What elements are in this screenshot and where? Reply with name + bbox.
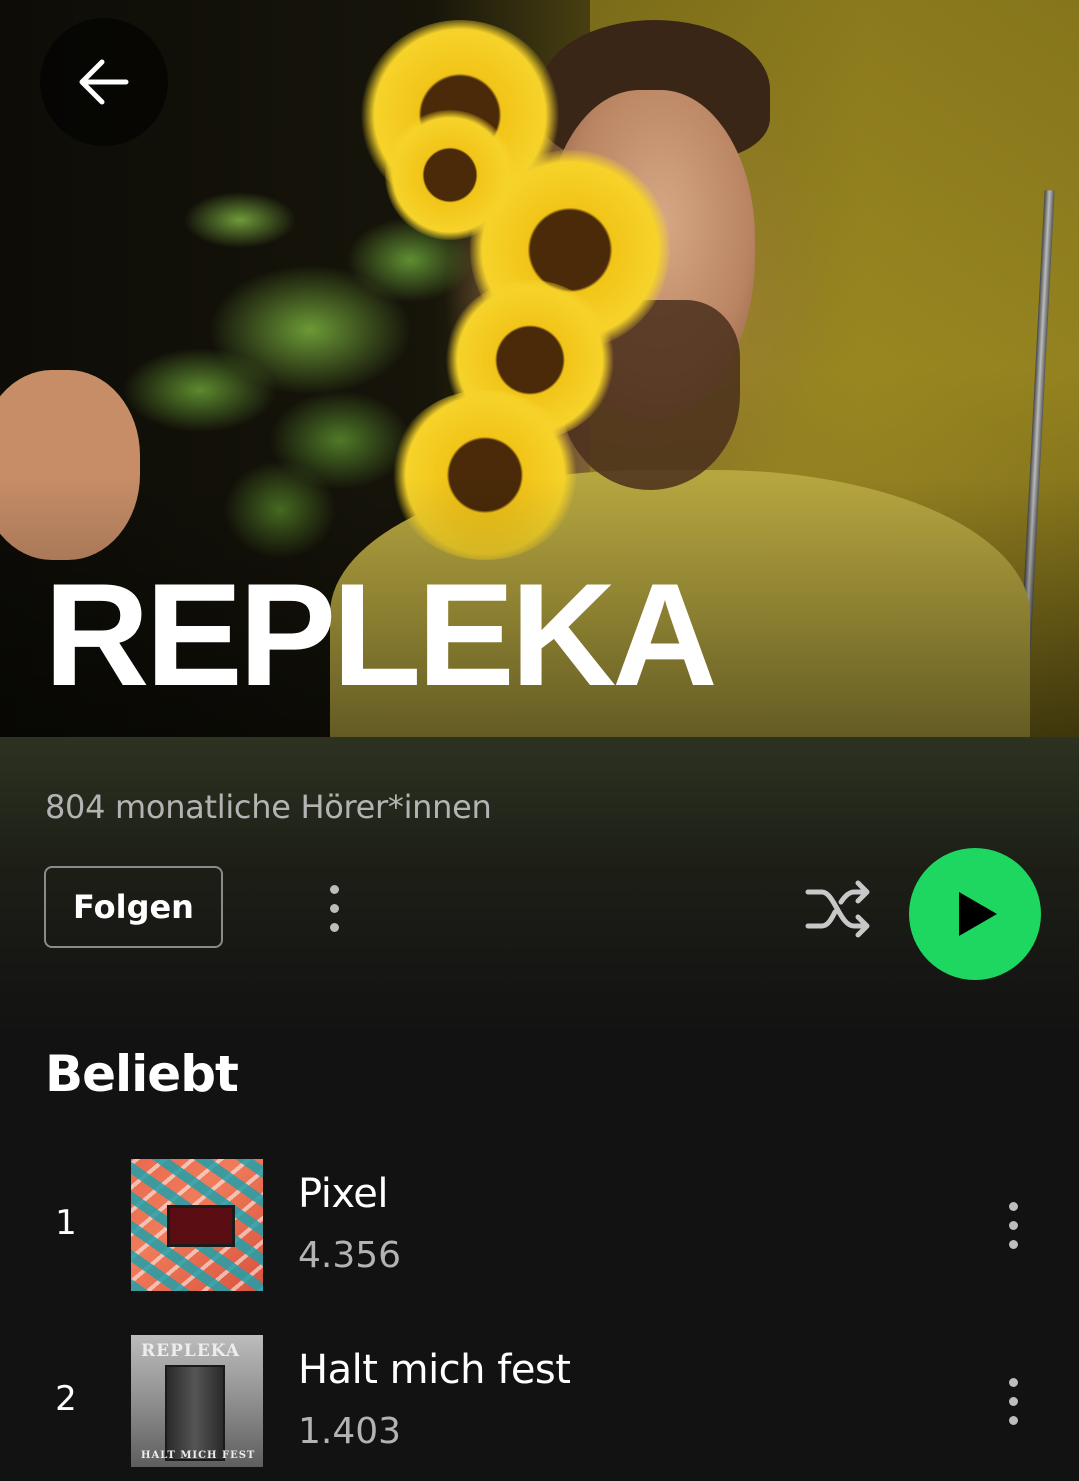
track-row[interactable]: 1 Pixel 4.356 — [0, 1159, 1079, 1291]
cover-art-halt-mich-fest: REPLEKA HALT MICH FEST — [131, 1335, 263, 1467]
more-vertical-icon — [1008, 1201, 1018, 1211]
sunflower — [385, 110, 515, 240]
track-title: Pixel — [298, 1171, 389, 1217]
cover-art-pixel — [131, 1159, 263, 1291]
track-cover: REPLEKA HALT MICH FEST — [131, 1335, 263, 1467]
track-row[interactable]: 2 REPLEKA HALT MICH FEST Halt mich fest … — [0, 1335, 1079, 1467]
track-rank: 1 — [55, 1203, 77, 1243]
cover-text-bottom: HALT MICH FEST — [141, 1450, 256, 1461]
artist-name: REPLEKA — [44, 553, 718, 716]
more-dot — [329, 903, 339, 913]
back-button[interactable] — [40, 18, 168, 146]
monthly-listeners: 804 monatliche Hörer*innen — [45, 788, 492, 826]
more-dot — [1008, 1220, 1018, 1230]
play-button[interactable] — [909, 848, 1041, 980]
follow-button[interactable]: Folgen — [44, 866, 223, 948]
track-plays: 1.403 — [298, 1411, 402, 1452]
more-dot — [1008, 1396, 1018, 1406]
more-dot — [1008, 1239, 1018, 1249]
play-icon — [959, 892, 997, 936]
cover-art-door — [165, 1365, 225, 1461]
shuffle-icon — [805, 880, 870, 938]
cover-art-shape — [167, 1205, 235, 1247]
track-plays: 4.356 — [298, 1235, 402, 1276]
cover-text-top: REPLEKA — [141, 1341, 241, 1361]
track-title: Halt mich fest — [298, 1347, 571, 1393]
shuffle-button[interactable] — [800, 874, 876, 944]
arrow-left-icon — [79, 59, 129, 105]
track-rank: 2 — [55, 1379, 77, 1419]
more-dot — [1008, 1415, 1018, 1425]
more-vertical-icon — [329, 884, 339, 894]
track-more-button[interactable] — [993, 1185, 1033, 1265]
more-dot — [329, 922, 339, 932]
track-cover — [131, 1159, 263, 1291]
artist-more-button[interactable] — [314, 868, 354, 948]
track-more-button[interactable] — [993, 1361, 1033, 1441]
more-vertical-icon — [1008, 1377, 1018, 1387]
popular-section-title: Beliebt — [45, 1045, 239, 1103]
